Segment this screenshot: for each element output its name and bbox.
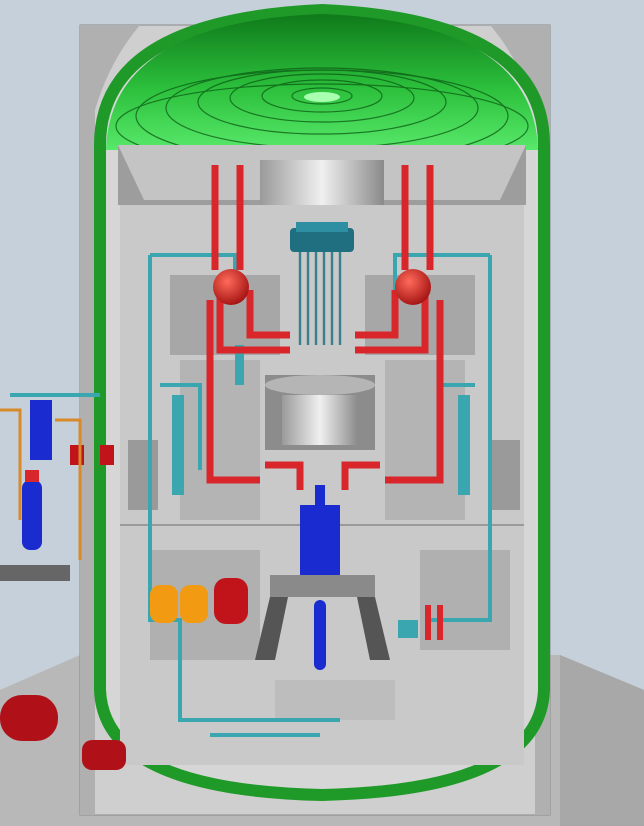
steam-generator-right (395, 269, 431, 305)
reactor-core-well (265, 375, 375, 450)
auxiliary-tank-red (214, 578, 248, 624)
reactor-containment-cutaway (0, 0, 644, 826)
reactor-pressure-vessel-head (290, 222, 354, 252)
steam-generator-left (213, 269, 249, 305)
